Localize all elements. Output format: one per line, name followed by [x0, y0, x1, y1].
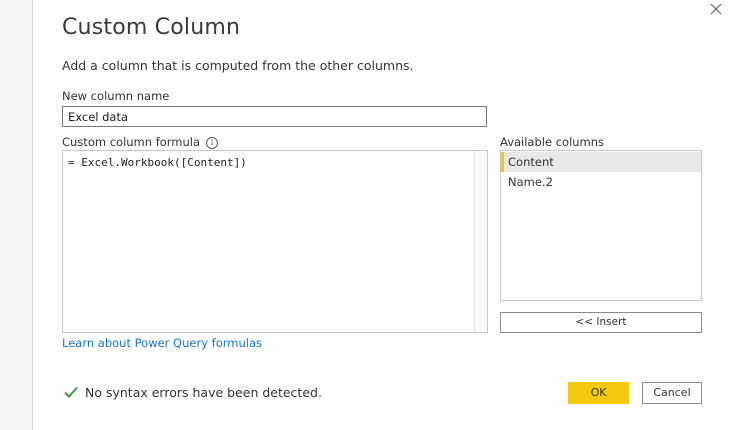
available-columns-label: Available columns — [500, 135, 605, 149]
available-column-name-2[interactable]: Name.2 — [501, 172, 701, 192]
ok-button[interactable]: OK — [568, 382, 629, 404]
close-button[interactable] — [705, 0, 727, 18]
new-column-name-input[interactable] — [62, 106, 487, 127]
dialog-subtitle: Add a column that is computed from the o… — [62, 58, 414, 73]
syntax-status-text: No syntax errors have been detected. — [85, 385, 322, 400]
insert-button[interactable]: << Insert — [500, 312, 702, 333]
check-icon — [64, 386, 78, 398]
info-icon[interactable]: i — [206, 137, 219, 149]
close-icon — [710, 3, 722, 15]
cancel-button[interactable]: Cancel — [642, 382, 702, 404]
formula-text[interactable]: = Excel.Workbook([Content]) — [68, 156, 247, 169]
dialog-title: Custom Column — [62, 15, 241, 40]
formula-editor[interactable]: = Excel.Workbook([Content]) — [62, 150, 488, 333]
custom-column-dialog: Custom Column Add a column that is compu… — [32, 0, 734, 430]
available-columns-list: Content Name.2 — [500, 150, 702, 301]
custom-column-formula-label: Custom column formula — [62, 135, 201, 149]
formula-label-row: Custom column formula i — [62, 135, 219, 149]
available-column-content[interactable]: Content — [501, 152, 701, 172]
new-column-name-label: New column name — [62, 89, 170, 103]
formula-scrollbar[interactable] — [474, 151, 487, 332]
learn-power-query-link[interactable]: Learn about Power Query formulas — [62, 336, 262, 350]
syntax-status: No syntax errors have been detected. — [63, 385, 322, 400]
